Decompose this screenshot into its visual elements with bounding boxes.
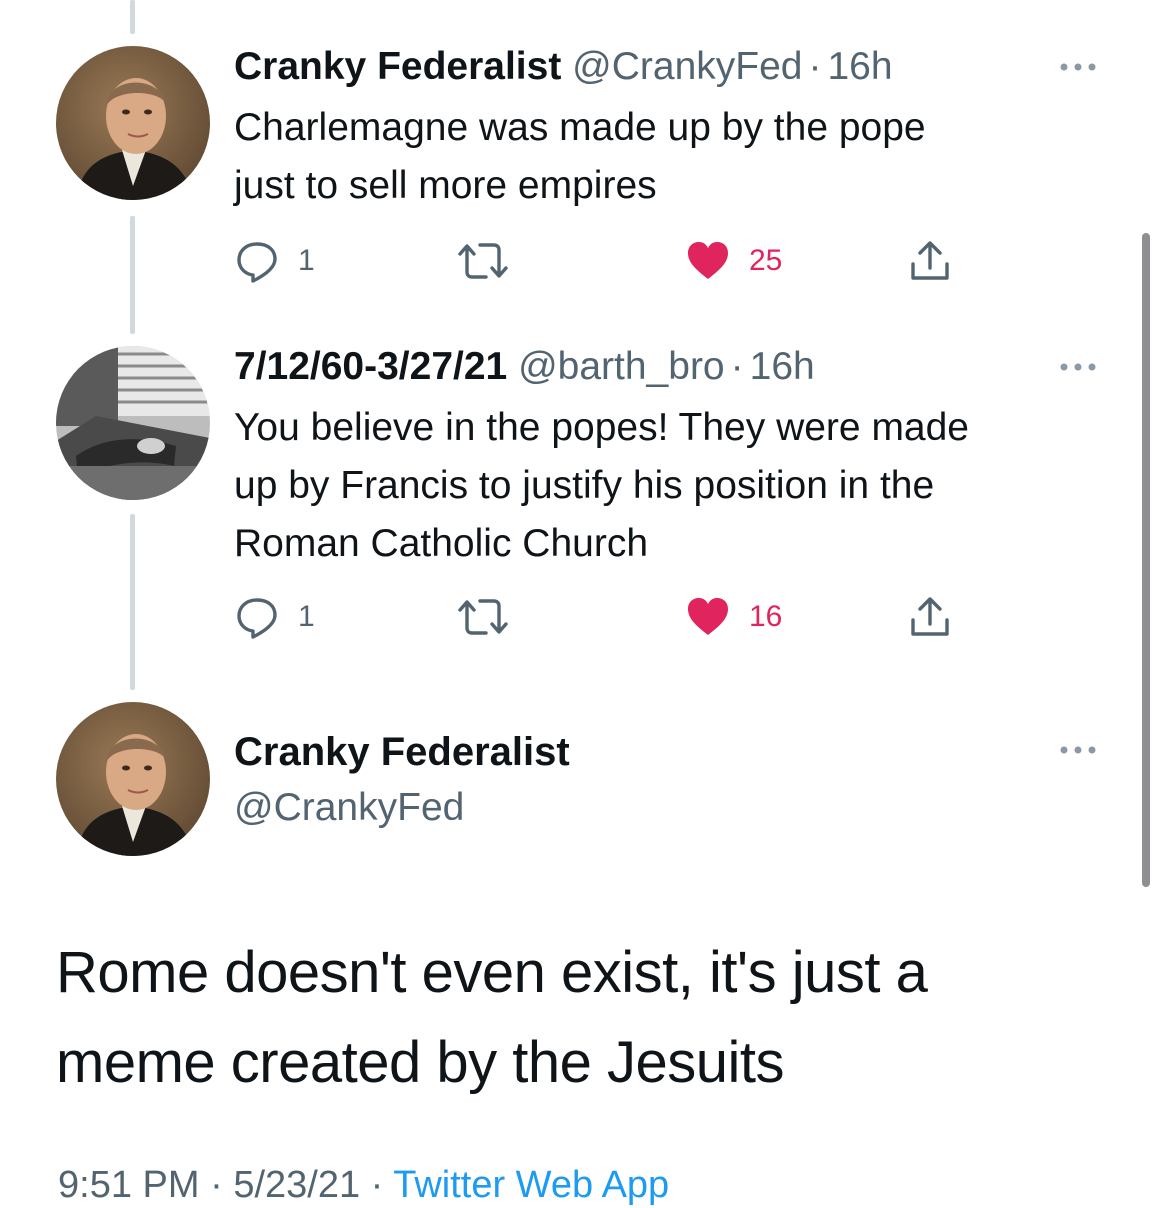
- tweet-text-line: meme created by the Jesuits: [56, 1030, 784, 1095]
- tweet-text-line: just to sell more empires: [234, 164, 657, 207]
- heart-filled-icon: [688, 598, 728, 635]
- tweet-text: Charlemagne was made up by the pope just…: [234, 99, 926, 215]
- author-handle[interactable]: @CrankyFed: [572, 45, 802, 88]
- avatar[interactable]: [56, 46, 210, 200]
- more-options-button[interactable]: [1057, 742, 1101, 758]
- more-dots-icon: [1060, 363, 1096, 371]
- author-name[interactable]: Cranky Federalist: [234, 45, 561, 88]
- tweet-metadata: 9:51 PM · 5/23/21 · Twitter Web App: [58, 1162, 669, 1208]
- tweet-header: Cranky Federalist @CrankyFed · 16h: [234, 44, 893, 90]
- bw-photo-avatar-icon: [56, 346, 210, 500]
- portrait-avatar-icon: [56, 702, 210, 856]
- like-button[interactable]: 16: [685, 593, 782, 641]
- tweet-text: Rome doesn't even exist, it's just a mem…: [56, 928, 928, 1108]
- thread-line: [130, 514, 135, 690]
- tweet-text-line: up by Francis to justify his position in…: [234, 464, 935, 507]
- thread-line: [130, 216, 135, 334]
- more-options-button[interactable]: [1057, 59, 1101, 75]
- tweet-text-line: Rome doesn't even exist, it's just a: [56, 940, 928, 1005]
- retweet-icon: [458, 599, 508, 635]
- author-handle[interactable]: @barth_bro: [518, 345, 725, 388]
- tweet-time[interactable]: 16h: [827, 45, 892, 88]
- tweet-text: You believe in the popes! They were made…: [234, 399, 969, 573]
- scrollbar[interactable]: [1142, 233, 1150, 887]
- share-icon: [911, 597, 949, 636]
- reply-button[interactable]: 1: [234, 593, 315, 641]
- more-options-button[interactable]: [1057, 359, 1101, 375]
- tweet-text-line: You believe in the popes! They were made: [234, 406, 970, 449]
- portrait-avatar-icon: [56, 46, 210, 200]
- share-button[interactable]: [907, 237, 953, 285]
- reply-icon: [237, 598, 277, 639]
- tweet-text-line: Charlemagne was made up by the pope: [234, 106, 926, 149]
- reply-button[interactable]: 1: [234, 237, 315, 285]
- like-count: 16: [749, 600, 783, 633]
- more-dots-icon: [1060, 63, 1096, 71]
- separator-dot: ·: [808, 45, 822, 88]
- reply-icon: [237, 242, 277, 283]
- heart-filled-icon: [688, 242, 728, 279]
- avatar[interactable]: [56, 346, 210, 500]
- like-button[interactable]: 25: [685, 237, 782, 285]
- tweet-header: 7/12/60-3/27/21 @barth_bro · 16h: [234, 344, 815, 390]
- reply-count: 1: [298, 244, 315, 277]
- avatar[interactable]: [56, 702, 210, 856]
- tweet-time[interactable]: 16h: [750, 345, 815, 388]
- retweet-icon: [458, 243, 508, 279]
- reply-count: 1: [298, 600, 315, 633]
- author-handle[interactable]: @CrankyFed: [234, 785, 464, 831]
- share-button[interactable]: [907, 593, 953, 641]
- share-icon: [911, 241, 949, 280]
- tweet-text-line: Roman Catholic Church: [234, 522, 649, 565]
- retweet-button[interactable]: [456, 237, 510, 285]
- author-name[interactable]: 7/12/60-3/27/21: [234, 345, 507, 388]
- more-dots-icon: [1060, 746, 1096, 754]
- retweet-button[interactable]: [456, 593, 510, 641]
- separator-dot: ·: [730, 345, 744, 388]
- like-count: 25: [749, 244, 783, 277]
- author-name[interactable]: Cranky Federalist: [234, 728, 570, 776]
- thread-line: [130, 0, 135, 34]
